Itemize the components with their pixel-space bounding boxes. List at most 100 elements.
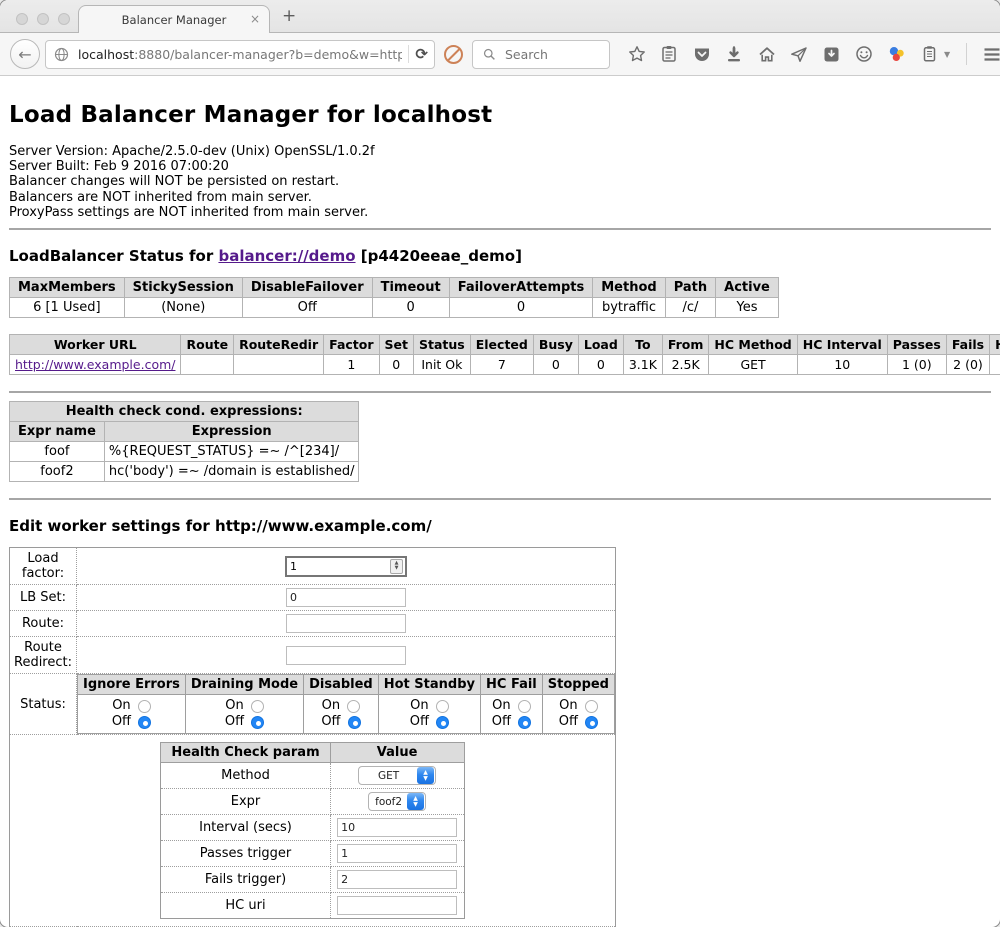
tab-title: Balancer Manager bbox=[122, 13, 227, 27]
persist-note-line: Balancer changes will NOT be persisted o… bbox=[9, 174, 991, 189]
status-stopped-cell: On Off bbox=[542, 695, 614, 734]
worker-url-link[interactable]: http://www.example.com/ bbox=[15, 357, 175, 372]
tab-bar: Balancer Manager × + bbox=[0, 0, 1000, 33]
status-options-table: Ignore Errors Draining Mode Disabled Hot… bbox=[77, 674, 615, 734]
globe-icon bbox=[52, 45, 71, 64]
hc-passes-input[interactable] bbox=[337, 844, 457, 863]
hc-interval-label: Interval (secs) bbox=[161, 815, 330, 841]
server-version-line: Server Version: Apache/2.5.0-dev (Unix) … bbox=[9, 144, 991, 159]
load-factor-label: Load factor: bbox=[10, 548, 77, 585]
route-input[interactable] bbox=[286, 614, 406, 633]
inherit-note-line: Balancers are NOT inherited from main se… bbox=[9, 190, 991, 205]
disabled-on-radio[interactable] bbox=[347, 700, 360, 713]
tab-close-icon[interactable]: × bbox=[250, 13, 260, 25]
bookmark-star-icon[interactable] bbox=[627, 45, 646, 64]
draining-mode-on-radio[interactable] bbox=[251, 700, 264, 713]
search-icon bbox=[480, 45, 499, 64]
hc-fails-label: Fails trigger) bbox=[161, 867, 330, 893]
number-stepper-icon[interactable]: ▲▼ bbox=[390, 559, 403, 574]
tab-balancer-manager[interactable]: Balancer Manager × bbox=[78, 5, 270, 33]
balancer-status-row: 6 [1 Used] (None) Off 0 0 bytraffic /c/ … bbox=[10, 298, 779, 318]
draining-mode-off-radio[interactable] bbox=[251, 716, 264, 729]
page-title: Load Balancer Manager for localhost bbox=[9, 102, 991, 128]
loadbalancer-status-heading: LoadBalancer Status for balancer://demo … bbox=[9, 247, 991, 265]
load-factor-field[interactable]: ▲▼ bbox=[285, 556, 407, 577]
hc-fail-off-radio[interactable] bbox=[518, 716, 531, 729]
edit-worker-heading: Edit worker settings for http://www.exam… bbox=[9, 517, 991, 535]
health-check-expressions-table: Health check cond. expressions: Expr nam… bbox=[9, 401, 359, 482]
select-chevrons-icon: ▲▼ bbox=[407, 793, 424, 810]
container-caret-icon[interactable]: ▼ bbox=[944, 50, 950, 59]
health-check-param-table: Health Check param Value Method GET ▲▼ bbox=[160, 742, 464, 919]
colored-dots-extension-icon[interactable] bbox=[887, 45, 906, 64]
proxypass-note-line: ProxyPass settings are NOT inherited fro… bbox=[9, 205, 991, 220]
worker-table: Worker URL Route RouteRedir Factor Set S… bbox=[9, 334, 1000, 375]
load-factor-input[interactable] bbox=[287, 560, 390, 573]
hc-expr-select[interactable]: foof2 ▲▼ bbox=[368, 792, 426, 811]
route-redirect-label: Route Redirect: bbox=[10, 637, 77, 674]
status-hc-fail-cell: On Off bbox=[481, 695, 543, 734]
reload-icon[interactable]: ⟳ bbox=[415, 45, 428, 63]
panel-extension-icon[interactable] bbox=[822, 45, 841, 64]
hc-fails-input[interactable] bbox=[337, 870, 457, 889]
reading-list-icon[interactable] bbox=[660, 45, 679, 64]
url-text[interactable]: localhost:8880/balancer-manager?b=demo&w… bbox=[78, 47, 402, 62]
hc-interval-input[interactable] bbox=[337, 818, 457, 837]
downloads-icon[interactable] bbox=[725, 45, 744, 64]
stopped-off-radio[interactable] bbox=[585, 716, 598, 729]
status-disabled-cell: On Off bbox=[304, 695, 379, 734]
balancer-status-table: MaxMembers StickySession DisableFailover… bbox=[9, 277, 779, 318]
browser-window: Balancer Manager × + ← localhost:8880/ba… bbox=[0, 0, 1000, 927]
toolbar-icons: ▼ bbox=[627, 43, 1000, 65]
hot-standby-on-radio[interactable] bbox=[436, 700, 449, 713]
ignore-errors-off-radio[interactable] bbox=[138, 716, 151, 729]
zoom-window-button[interactable] bbox=[58, 13, 70, 25]
edit-worker-form: Load factor: ▲▼ LB Set: Route: Route Red… bbox=[9, 547, 991, 927]
new-tab-button[interactable]: + bbox=[282, 8, 296, 25]
minimize-window-button[interactable] bbox=[37, 13, 49, 25]
status-ignore-errors-cell: On Off bbox=[78, 695, 186, 734]
hc-uri-label: HC uri bbox=[161, 893, 330, 919]
page-content: Load Balancer Manager for localhost Serv… bbox=[0, 76, 1000, 927]
hc-fail-on-radio[interactable] bbox=[518, 700, 531, 713]
edit-worker-table: Load factor: ▲▼ LB Set: Route: Route Red… bbox=[9, 547, 616, 927]
home-icon[interactable] bbox=[757, 45, 776, 64]
expr-row: foof %{REQUEST_STATUS} =~ /^[234]/ bbox=[10, 442, 359, 462]
status-label: Status: bbox=[10, 674, 77, 735]
url-bar[interactable]: localhost:8880/balancer-manager?b=demo&w… bbox=[45, 40, 435, 69]
route-redirect-input[interactable] bbox=[286, 646, 406, 665]
server-built-line: Server Built: Feb 9 2016 07:00:20 bbox=[9, 159, 991, 174]
close-window-button[interactable] bbox=[16, 13, 28, 25]
ignore-errors-on-radio[interactable] bbox=[138, 700, 151, 713]
expr-row: foof2 hc('body') =~ /domain is establish… bbox=[10, 462, 359, 482]
hc-method-select[interactable]: GET ▲▼ bbox=[358, 766, 436, 785]
hot-standby-off-radio[interactable] bbox=[436, 716, 449, 729]
search-input[interactable] bbox=[505, 47, 595, 62]
search-box[interactable] bbox=[472, 40, 610, 69]
traffic-lights bbox=[16, 13, 70, 25]
disabled-off-radio[interactable] bbox=[348, 716, 361, 729]
hc-uri-input[interactable] bbox=[337, 896, 457, 915]
stopped-on-radio[interactable] bbox=[585, 700, 598, 713]
pocket-icon[interactable] bbox=[692, 45, 711, 64]
feedback-smiley-icon[interactable] bbox=[855, 45, 874, 64]
status-hot-standby-cell: On Off bbox=[378, 695, 480, 734]
lb-set-input[interactable] bbox=[286, 588, 406, 607]
back-button[interactable]: ← bbox=[10, 39, 40, 69]
navigation-toolbar: ← localhost:8880/balancer-manager?b=demo… bbox=[0, 33, 1000, 76]
menu-hamburger-icon[interactable] bbox=[982, 45, 1000, 64]
send-tab-icon[interactable] bbox=[790, 45, 809, 64]
hc-expr-label: Expr bbox=[161, 789, 330, 815]
worker-row: http://www.example.com/ 1 0 Init Ok 7 0 … bbox=[10, 355, 1000, 375]
hc-method-label: Method bbox=[161, 763, 330, 789]
expr-table-title: Health check cond. expressions: bbox=[10, 402, 359, 422]
status-draining-mode-cell: On Off bbox=[185, 695, 303, 734]
adblock-icon[interactable] bbox=[444, 45, 463, 64]
divider bbox=[9, 498, 991, 500]
balancer-demo-link[interactable]: balancer://demo bbox=[218, 247, 355, 265]
divider bbox=[9, 228, 991, 230]
select-chevrons-icon: ▲▼ bbox=[417, 767, 434, 784]
container-extension-icon[interactable] bbox=[920, 45, 939, 64]
hc-passes-label: Passes trigger bbox=[161, 841, 330, 867]
divider bbox=[9, 391, 991, 393]
